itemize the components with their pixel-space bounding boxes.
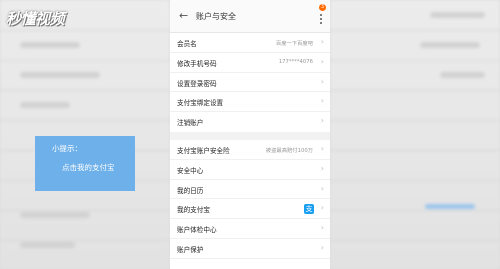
row-label: 账户保护 xyxy=(177,245,204,254)
row-label: 安全中心 xyxy=(177,166,204,175)
row-account-protection[interactable]: 账户保护 › xyxy=(170,239,330,259)
row-label: 注销账户 xyxy=(177,119,204,128)
row-label: 设置登录密码 xyxy=(177,79,217,88)
tip-text: 点击我的支付宝 xyxy=(62,163,115,172)
watermark-logo: 秒懂视频 xyxy=(6,10,65,28)
chevron-right-icon: › xyxy=(320,96,324,106)
row-label: 会员名 xyxy=(177,40,197,48)
row-cancel-account[interactable]: 注销账户 › xyxy=(170,112,330,132)
row-alipay-binding[interactable]: 支付宝绑定设置 › xyxy=(170,92,330,113)
chevron-right-icon: › xyxy=(320,242,324,252)
chevron-right-icon: › xyxy=(320,37,324,46)
row-label: 我的支付宝 xyxy=(177,206,210,215)
chevron-right-icon: › xyxy=(320,76,324,86)
row-label: 我的日历 xyxy=(177,186,204,195)
background-right xyxy=(330,0,500,269)
row-security-center[interactable]: 安全中心 › xyxy=(170,160,330,180)
alipay-icon: 支 xyxy=(304,204,314,215)
notification-badge: 3 xyxy=(319,4,326,11)
back-arrow-icon[interactable]: ← xyxy=(179,9,188,22)
row-change-phone[interactable]: 修改手机号码 177****4076 › xyxy=(170,53,330,73)
row-my-alipay[interactable]: 我的支付宝 支 › xyxy=(170,199,330,220)
row-member-name[interactable]: 会员名 百度一下百度吧 › xyxy=(170,33,330,53)
chevron-right-icon: › xyxy=(320,143,324,153)
section-divider xyxy=(170,131,330,140)
row-label: 支付宝账户安全险 xyxy=(177,146,230,155)
chevron-right-icon: › xyxy=(320,223,324,233)
row-value: 被盗最高赔付100万 xyxy=(265,147,313,154)
chevron-right-icon: › xyxy=(320,116,324,126)
row-label: 支付宝绑定设置 xyxy=(177,99,224,108)
chevron-right-icon: › xyxy=(320,183,324,193)
chevron-right-icon: › xyxy=(320,163,324,173)
row-login-password[interactable]: 设置登录密码 › xyxy=(170,73,330,93)
page-title: 账户与安全 xyxy=(196,12,236,21)
tip-title: 小提示： xyxy=(52,144,82,153)
tip-box: 小提示： 点击我的支付宝 xyxy=(35,136,135,191)
chevron-right-icon: › xyxy=(320,56,324,66)
chevron-right-icon: › xyxy=(320,203,324,213)
row-value: 百度一下百度吧 xyxy=(275,41,313,47)
row-account-checkup[interactable]: 账户体检中心 › xyxy=(170,219,330,239)
phone-screen: ← 账户与安全 3 会员名 百度一下百度吧 › 修改手机号码 177****40… xyxy=(170,0,330,269)
background-left xyxy=(0,0,170,269)
row-account-insurance[interactable]: 支付宝账户安全险 被盗最高赔付100万 › xyxy=(170,140,330,160)
row-value: 177****4076 xyxy=(278,58,313,65)
header: ← 账户与安全 3 xyxy=(170,0,330,33)
row-label: 账户体检中心 xyxy=(177,226,217,235)
row-label: 修改手机号码 xyxy=(177,59,217,68)
row-my-calendar[interactable]: 我的日历 › xyxy=(170,180,330,200)
